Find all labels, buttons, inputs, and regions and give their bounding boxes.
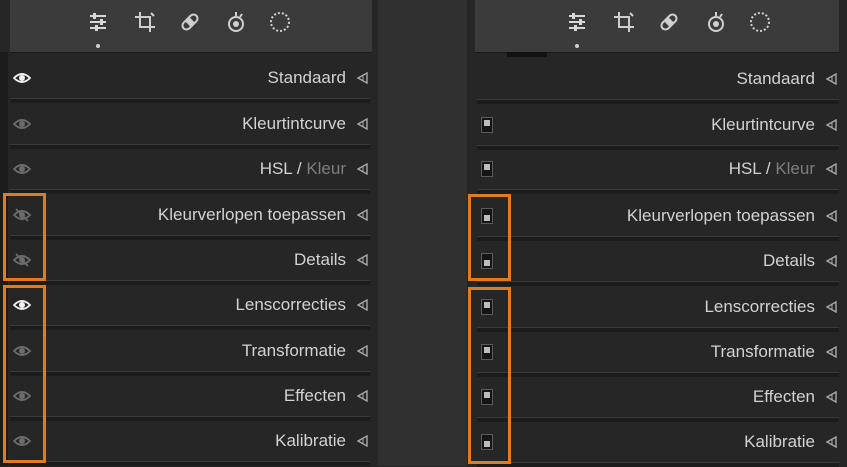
panel-section-row[interactable]: HSL / Kleur — [0, 149, 378, 194]
heal-bandage-icon[interactable] — [657, 10, 681, 34]
section-label: HSL / Kleur — [260, 149, 346, 189]
panel-section-row[interactable]: Transformatie — [0, 331, 378, 376]
section-divider — [10, 325, 370, 330]
panel-section-row[interactable]: Standaard — [0, 58, 378, 103]
crop-icon[interactable] — [612, 10, 636, 34]
collapse-triangle-icon[interactable] — [825, 255, 837, 267]
section-label: Effecten — [752, 387, 815, 406]
collapse-triangle-icon[interactable] — [825, 119, 837, 131]
red-eye-icon[interactable] — [704, 10, 728, 34]
collapse-triangle-icon[interactable] — [825, 210, 837, 222]
panel-section-row[interactable]: Kalibratie — [0, 421, 378, 466]
left-develop-panel: Standaard Kleurtintcurve HSL / Kleur Kleurv… — [0, 0, 378, 466]
section-divider — [477, 99, 839, 104]
section-label: Kleurtintcurve — [242, 114, 346, 133]
collapse-triangle-icon[interactable] — [825, 301, 837, 313]
collapse-triangle-icon[interactable] — [356, 163, 368, 175]
collapse-triangle-icon[interactable] — [356, 390, 368, 402]
section-label-separator: / — [292, 159, 307, 178]
section-label: Lenscorrecties — [235, 295, 346, 314]
active-tool-indicator — [575, 44, 579, 48]
section-label: Kalibratie — [275, 431, 346, 450]
section-divider — [477, 189, 839, 194]
toggle-knob — [484, 164, 490, 170]
collapse-triangle-icon[interactable] — [356, 118, 368, 130]
panel-section-row[interactable]: Standaard — [467, 59, 847, 104]
collapse-triangle-icon[interactable] — [356, 209, 368, 221]
section-label: Standaard — [267, 68, 346, 87]
eye-icon[interactable] — [13, 70, 31, 86]
eye-icon[interactable] — [13, 116, 31, 132]
collapse-triangle-icon[interactable] — [356, 72, 368, 84]
panel-section-row[interactable]: Kleurtintcurve — [467, 105, 847, 150]
collapse-triangle-icon[interactable] — [356, 299, 368, 311]
collapse-triangle-icon[interactable] — [825, 73, 837, 85]
heal-bandage-icon[interactable] — [178, 10, 202, 34]
section-label-main: HSL — [728, 159, 762, 178]
section-label: Kleurtintcurve — [711, 115, 815, 134]
section-label-separator: / — [761, 159, 776, 178]
highlight-box — [468, 287, 511, 464]
tool-strip — [10, 0, 372, 53]
section-divider — [477, 281, 839, 286]
collapse-triangle-icon[interactable] — [825, 436, 837, 448]
panel-section-row[interactable]: Effecten — [467, 377, 847, 422]
section-label: Effecten — [283, 386, 346, 405]
highlight-box — [3, 193, 46, 281]
panel-section-row[interactable]: Lenscorrecties — [0, 285, 378, 330]
eye-icon[interactable] — [13, 161, 31, 177]
section-toggle-switch[interactable] — [481, 161, 493, 177]
section-label: Transformatie — [710, 342, 815, 361]
section-label: Lenscorrecties — [704, 297, 815, 316]
panel-section-row[interactable]: Lenscorrecties — [467, 287, 847, 332]
section-label-secondary[interactable]: Kleur — [775, 159, 815, 178]
collapse-triangle-icon[interactable] — [356, 345, 368, 357]
section-label: Kalibratie — [744, 432, 815, 451]
toggle-knob — [484, 120, 490, 126]
panel-section-row[interactable]: Details — [467, 241, 847, 286]
panel-section-row[interactable]: Kleurverlopen toepassen — [0, 195, 378, 240]
mask-circle-icon[interactable] — [748, 10, 772, 34]
active-tool-indicator — [96, 44, 100, 48]
section-divider — [10, 98, 370, 103]
header-shadow — [507, 52, 547, 57]
crop-icon[interactable] — [133, 10, 157, 34]
panel-gap — [378, 0, 467, 466]
panel-section-row[interactable]: Kleurverlopen toepassen — [467, 196, 847, 241]
collapse-triangle-icon[interactable] — [825, 346, 837, 358]
section-label: Details — [763, 251, 815, 270]
sliders-icon[interactable] — [86, 10, 110, 34]
section-label: Details — [294, 250, 346, 269]
highlight-box — [3, 285, 46, 463]
collapse-triangle-icon[interactable] — [825, 391, 837, 403]
collapse-triangle-icon[interactable] — [356, 254, 368, 266]
panel-section-row[interactable]: Details — [0, 240, 378, 285]
red-eye-icon[interactable] — [224, 10, 248, 34]
panel-section-row[interactable]: Effecten — [0, 376, 378, 421]
sliders-icon[interactable] — [565, 10, 589, 34]
panel-section-row[interactable]: Transformatie — [467, 332, 847, 377]
mask-circle-icon[interactable] — [268, 10, 292, 34]
section-divider — [477, 462, 839, 467]
highlight-box — [468, 194, 511, 281]
collapse-triangle-icon[interactable] — [825, 163, 837, 175]
section-label: HSL / Kleur — [729, 149, 815, 189]
section-label: Transformatie — [241, 341, 346, 360]
tool-strip — [475, 0, 839, 53]
section-label: Kleurverlopen toepassen — [157, 205, 346, 224]
section-divider — [10, 189, 370, 194]
panel-section-row[interactable]: Kalibratie — [467, 422, 847, 467]
section-divider — [10, 461, 370, 466]
panel-section-row[interactable]: HSL / Kleur — [467, 149, 847, 194]
section-toggle-switch[interactable] — [481, 117, 493, 133]
collapse-triangle-icon[interactable] — [356, 435, 368, 447]
panel-section-row[interactable]: Kleurtintcurve — [0, 104, 378, 149]
section-label: Kleurverlopen toepassen — [626, 206, 815, 225]
section-label: Standaard — [736, 69, 815, 88]
section-label-main: HSL — [259, 159, 293, 178]
right-develop-panel: Standaard Kleurtintcurve HSL / Kleur Kleurv… — [467, 0, 847, 467]
section-label-secondary[interactable]: Kleur — [306, 159, 346, 178]
